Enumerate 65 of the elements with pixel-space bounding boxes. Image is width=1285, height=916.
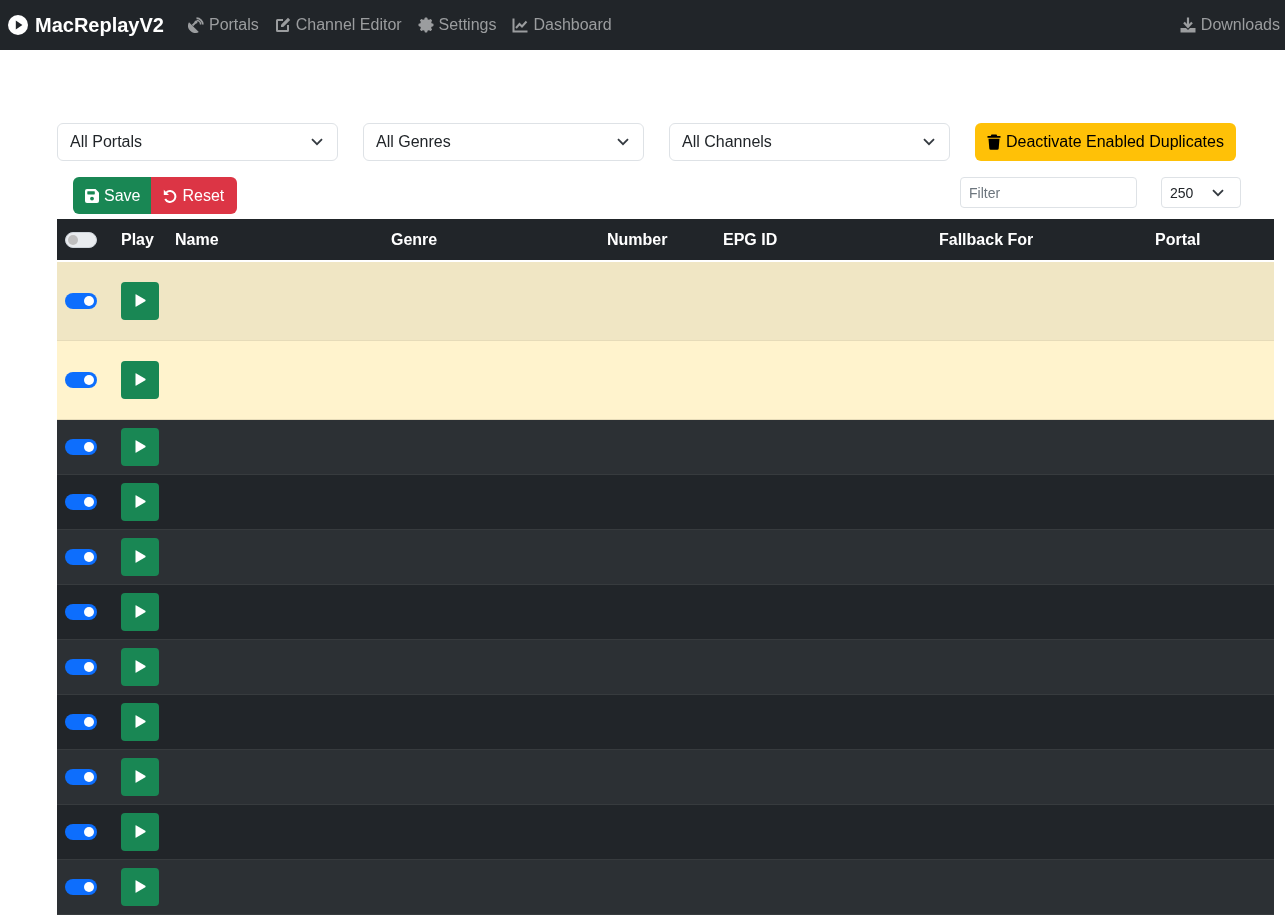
play-icon <box>134 660 146 673</box>
play-button[interactable] <box>121 867 159 906</box>
play-icon <box>134 715 146 728</box>
play-circle-icon <box>8 15 28 35</box>
line-chart-icon <box>512 17 529 33</box>
page-size-select[interactable]: 250 <box>1161 177 1241 208</box>
enable-toggle[interactable] <box>65 603 97 620</box>
column-header[interactable]: Genre <box>391 230 438 248</box>
play-button[interactable] <box>121 537 159 576</box>
play-icon <box>134 440 146 453</box>
deactivate-duplicates-button[interactable]: Deactivate Enabled Duplicates <box>975 123 1236 161</box>
save-button[interactable]: Save <box>73 177 152 214</box>
satellite-dish-icon <box>187 17 204 33</box>
undo-icon <box>163 188 178 203</box>
play-button[interactable] <box>121 482 159 521</box>
nav-link[interactable]: Dashboard <box>504 8 620 42</box>
nav-link[interactable]: Portals <box>179 8 267 42</box>
nav-link[interactable]: Downloads <box>1171 8 1280 42</box>
column-header[interactable]: Number <box>607 230 668 248</box>
filter-select[interactable]: All Portals <box>57 123 338 161</box>
enable-toggle[interactable] <box>65 713 97 730</box>
play-icon <box>134 825 146 838</box>
column-header[interactable]: Play <box>121 230 154 248</box>
play-icon <box>134 605 146 618</box>
play-button[interactable] <box>121 427 159 466</box>
enable-toggle[interactable] <box>65 658 97 675</box>
brand-link[interactable]: MacReplayV2 <box>8 13 164 37</box>
filter-select[interactable]: All Genres <box>363 123 644 161</box>
enable-toggle[interactable] <box>65 768 97 785</box>
download-icon <box>1179 17 1196 33</box>
column-header[interactable]: Fallback For <box>939 230 1034 248</box>
enable-toggle[interactable] <box>65 438 97 455</box>
enable-toggle[interactable] <box>65 548 97 565</box>
play-icon <box>134 495 146 508</box>
enable-toggle[interactable] <box>65 878 97 895</box>
nav-link[interactable]: Channel Editor <box>266 8 410 42</box>
enable-toggle[interactable] <box>65 823 97 840</box>
chevron-down-icon <box>923 138 935 146</box>
enable-toggle[interactable] <box>65 292 97 309</box>
play-icon <box>134 294 146 308</box>
play-icon <box>134 880 146 893</box>
trash-icon <box>987 134 1001 150</box>
nav-link[interactable]: Settings <box>409 8 505 42</box>
enable-toggle[interactable] <box>65 371 97 388</box>
chevron-down-icon <box>311 138 323 146</box>
filter-input[interactable]: Filter <box>960 177 1137 208</box>
column-header[interactable]: Portal <box>1155 230 1201 248</box>
select-all-toggle[interactable] <box>65 231 97 248</box>
play-icon <box>134 550 146 563</box>
edit-icon <box>274 17 291 33</box>
play-button[interactable] <box>121 812 159 851</box>
play-button[interactable] <box>121 702 159 741</box>
filter-select[interactable]: All Channels <box>669 123 950 161</box>
play-icon <box>134 770 146 783</box>
chevron-down-icon <box>617 138 629 146</box>
play-button[interactable] <box>121 647 159 686</box>
play-button[interactable] <box>121 757 159 796</box>
enable-toggle[interactable] <box>65 493 97 510</box>
column-header[interactable]: EPG ID <box>723 230 778 248</box>
play-icon <box>134 373 146 386</box>
reset-button[interactable]: Reset <box>151 177 238 214</box>
chevron-down-icon <box>1212 188 1224 197</box>
play-button[interactable] <box>121 592 159 631</box>
column-header[interactable]: Name <box>175 230 219 248</box>
settings-icon <box>417 17 434 33</box>
